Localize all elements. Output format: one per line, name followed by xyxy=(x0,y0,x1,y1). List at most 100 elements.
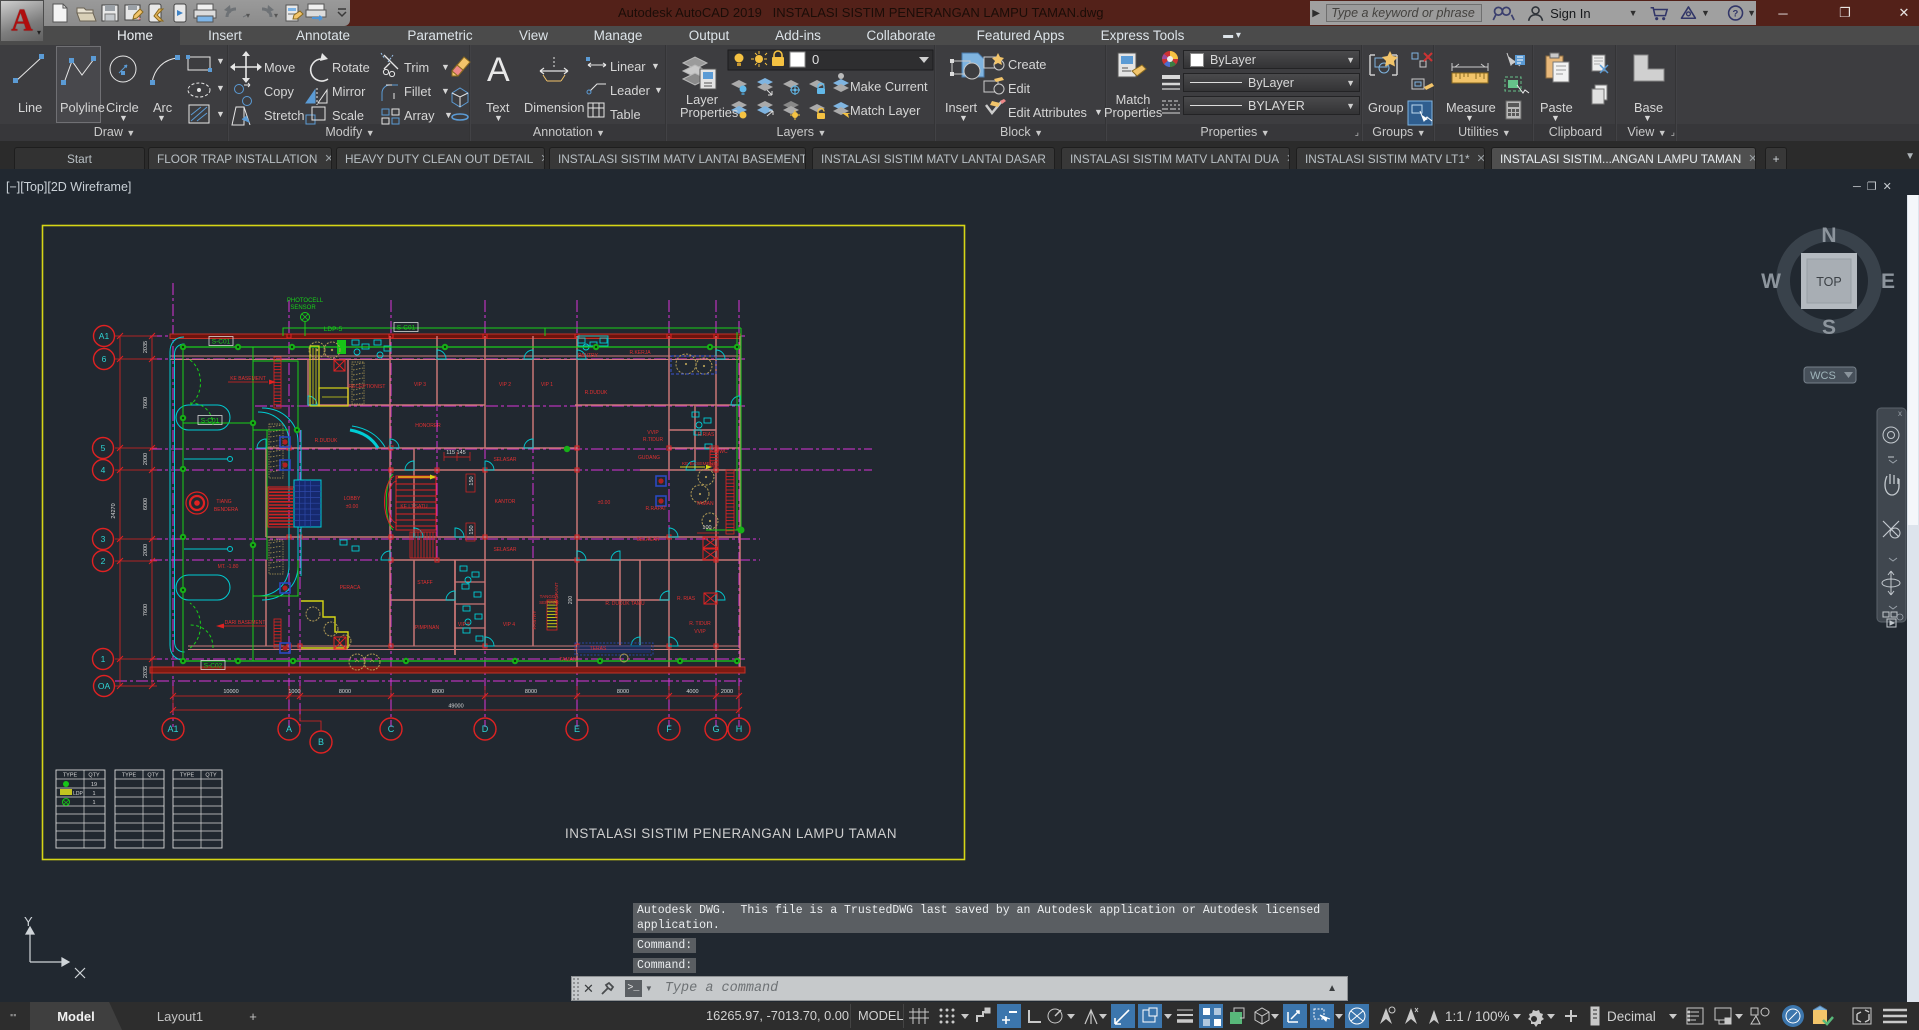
svg-text:1: 1 xyxy=(92,791,95,797)
svg-text:Decimal: Decimal xyxy=(1607,1009,1656,1024)
svg-text:S-C01: S-C01 xyxy=(212,339,231,346)
svg-text:KM/WC: KM/WC xyxy=(710,449,728,455)
svg-text:SELASAR: SELASAR xyxy=(636,537,659,543)
svg-text:B: B xyxy=(318,737,324,747)
svg-text:BENDERA: BENDERA xyxy=(214,507,239,513)
svg-text:A1: A1 xyxy=(99,331,110,341)
svg-text:GUDANG: GUDANG xyxy=(638,455,660,461)
svg-text:▾: ▾ xyxy=(246,11,250,20)
svg-text:TIANG: TIANG xyxy=(216,499,231,505)
svg-text:KE BASEMENT: KE BASEMENT xyxy=(230,376,266,382)
svg-text:H: H xyxy=(736,724,743,734)
svg-text:LDP: LDP xyxy=(73,791,83,797)
svg-text:R.RIAS: R.RIAS xyxy=(698,432,715,438)
svg-text:2: 2 xyxy=(101,556,106,566)
svg-text:VVIP: VVIP xyxy=(647,430,659,436)
svg-text:R.DUDUK: R.DUDUK xyxy=(315,438,338,444)
svg-text:S-C02: S-C02 xyxy=(204,663,223,670)
svg-text:6000: 6000 xyxy=(143,498,149,510)
svg-text:115 145: 115 145 xyxy=(446,450,465,456)
svg-text:2000: 2000 xyxy=(143,453,149,465)
svg-text:INSTALASI SISTIM PENERANGAN: INSTALASI SISTIM PENERANGAN LAMPU TAMAN xyxy=(565,826,897,841)
svg-text:R.KERJA: R.KERJA xyxy=(629,350,651,356)
svg-text:19: 19 xyxy=(91,782,97,788)
svg-text:S: S xyxy=(1822,316,1836,339)
svg-text:2000: 2000 xyxy=(143,544,149,556)
svg-text:TERAS: TERAS xyxy=(590,646,607,652)
svg-text:49000: 49000 xyxy=(448,704,463,710)
svg-text:150: 150 xyxy=(469,525,475,534)
svg-text:SELASAR: SELASAR xyxy=(493,547,516,553)
svg-text:E: E xyxy=(1881,270,1895,293)
svg-text:N: N xyxy=(1821,224,1836,247)
svg-text:WCS: WCS xyxy=(1810,370,1836,382)
svg-text:F: F xyxy=(666,724,672,734)
svg-text:4: 4 xyxy=(101,465,106,475)
svg-text:0: 0 xyxy=(812,52,819,67)
svg-text:DARI BASEMENT: DARI BASEMENT xyxy=(225,620,266,626)
svg-text:R. DUDUK TAMU: R. DUDUK TAMU xyxy=(605,601,645,607)
svg-text:D: D xyxy=(482,724,489,734)
svg-text:8000: 8000 xyxy=(617,689,629,695)
svg-text:6: 6 xyxy=(102,354,107,364)
svg-text:SERVICE: SERVICE xyxy=(539,600,559,605)
svg-text:100: 100 xyxy=(702,525,711,531)
svg-text:7600: 7600 xyxy=(143,604,149,616)
svg-text:PANTRY: PANTRY xyxy=(578,353,598,359)
svg-text:STAFF: STAFF xyxy=(417,580,432,586)
svg-text:200: 200 xyxy=(568,596,574,605)
svg-text:±0.00: ±0.00 xyxy=(346,504,359,510)
svg-text:LDP-5: LDP-5 xyxy=(324,326,343,333)
svg-text:▾: ▾ xyxy=(274,11,278,20)
svg-text:KE LT.SATU: KE LT.SATU xyxy=(400,504,428,510)
svg-text:E: E xyxy=(574,724,580,734)
svg-text:W: W xyxy=(1761,270,1781,293)
svg-text:MT. -1.80: MT. -1.80 xyxy=(218,564,239,570)
svg-text:VIP 3: VIP 3 xyxy=(414,382,426,388)
svg-text:±0.00: ±0.00 xyxy=(598,500,611,506)
svg-text:TYPE: TYPE xyxy=(122,773,137,779)
svg-text:SELASAR: SELASAR xyxy=(493,457,516,463)
svg-text:A: A xyxy=(487,51,510,89)
svg-text:2035: 2035 xyxy=(143,666,149,678)
svg-text:TANGGA: TANGGA xyxy=(540,594,559,599)
svg-text:QTY: QTY xyxy=(147,773,159,779)
svg-text:S-C01: S-C01 xyxy=(201,418,220,425)
svg-text:C: C xyxy=(388,724,395,734)
svg-text:G: G xyxy=(712,724,719,734)
svg-text:QTY: QTY xyxy=(88,773,100,779)
svg-text:R.RAPAT: R.RAPAT xyxy=(646,506,667,512)
svg-text:150: 150 xyxy=(469,476,475,485)
svg-text:TOP: TOP xyxy=(1816,275,1841,289)
svg-text:8000: 8000 xyxy=(432,689,444,695)
svg-text:PIMPINAN: PIMPINAN xyxy=(415,625,440,631)
svg-text:R.DUDUK: R.DUDUK xyxy=(585,390,608,396)
svg-text:R.TIDUR: R.TIDUR xyxy=(643,437,664,443)
svg-text:R. RIAS: R. RIAS xyxy=(677,596,696,602)
svg-text:VIP 5: VIP 5 xyxy=(458,622,470,628)
svg-text:A: A xyxy=(286,724,292,734)
svg-text:3: 3 xyxy=(101,534,106,544)
svg-text:TAMAN: TAMAN xyxy=(696,501,714,507)
svg-text:1: 1 xyxy=(92,800,95,806)
svg-text:7600: 7600 xyxy=(143,397,149,409)
svg-text:2035: 2035 xyxy=(143,341,149,353)
svg-text:TYPE: TYPE xyxy=(63,773,78,779)
svg-text:TAMAN: TAMAN xyxy=(559,657,577,663)
svg-text:1000: 1000 xyxy=(288,689,300,695)
svg-text:1: 1 xyxy=(101,654,106,664)
svg-text:24270: 24270 xyxy=(111,503,117,518)
svg-text:PHOTOCELL: PHOTOCELL xyxy=(287,298,324,304)
svg-text:S-C01: S-C01 xyxy=(397,325,416,332)
svg-text:SENSOR: SENSOR xyxy=(290,305,316,311)
svg-text:1:1 / 100%: 1:1 / 100% xyxy=(1445,1009,1510,1024)
svg-text:LOBBY: LOBBY xyxy=(344,496,361,502)
svg-text:HONORER: HONORER xyxy=(415,423,441,429)
svg-text:4000: 4000 xyxy=(686,689,698,695)
svg-text:KANTOR: KANTOR xyxy=(495,499,516,505)
svg-text:x: x xyxy=(1898,409,1902,418)
svg-text:8000: 8000 xyxy=(525,689,537,695)
svg-text:QTY: QTY xyxy=(205,773,217,779)
svg-text:TYPE: TYPE xyxy=(180,773,195,779)
svg-text:PANTRY: PANTRY xyxy=(532,610,538,630)
